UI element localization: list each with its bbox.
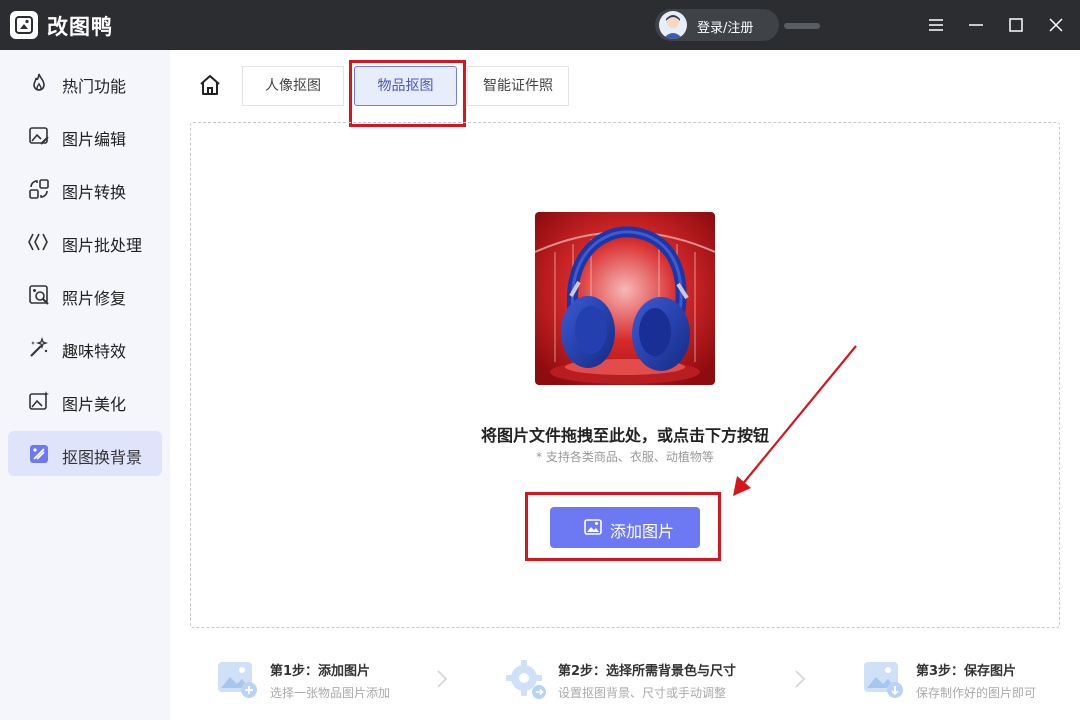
sidebar-item-image-edit[interactable]: 图片编辑 xyxy=(8,113,162,158)
chevron-right-icon xyxy=(435,668,449,690)
convert-icon xyxy=(27,177,51,201)
sidebar-item-label: 图片编辑 xyxy=(62,130,127,149)
sidebar-item-label: 趣味特效 xyxy=(62,342,127,361)
add-image-step-icon xyxy=(216,658,258,700)
sidebar-item-hot[interactable]: 热门功能 xyxy=(8,60,162,105)
batch-icon xyxy=(27,230,51,254)
button-highlight-box xyxy=(525,492,721,561)
login-label[interactable]: 登录/注册 xyxy=(697,17,753,36)
title-bar xyxy=(0,0,1080,50)
gear-icon xyxy=(505,658,547,700)
sidebar-item-label: 热门功能 xyxy=(62,77,127,96)
close-icon[interactable] xyxy=(1046,15,1066,35)
sidebar-item-label: 照片修复 xyxy=(62,289,127,308)
sidebar-item-batch[interactable]: 图片批处理 xyxy=(8,219,162,264)
drop-zone-hint: * 支持各类商品、衣服、动植物等 xyxy=(536,450,714,464)
sidebar-item-label: 图片美化 xyxy=(62,395,127,414)
step-2-desc: 设置抠图背景、尺寸或手动调整 xyxy=(558,686,727,700)
sidebar-item-beautify[interactable]: 图片美化 xyxy=(8,378,162,423)
tab-highlight-box xyxy=(349,60,466,127)
beautify-icon xyxy=(27,389,51,413)
sidebar-item-label: 图片转换 xyxy=(62,183,127,202)
chevron-right-icon xyxy=(793,668,807,690)
step-3-desc: 保存制作好的图片即可 xyxy=(916,686,1037,700)
home-icon[interactable] xyxy=(197,72,223,98)
sidebar-item-convert[interactable]: 图片转换 xyxy=(8,166,162,211)
step-1-title: 第1步：添加图片 xyxy=(270,664,371,679)
annotation-arrow xyxy=(733,345,857,496)
app-logo-icon xyxy=(10,11,38,39)
step-2-title: 第2步：选择所需背景色与尺寸 xyxy=(558,664,737,679)
username-placeholder xyxy=(784,23,820,29)
sidebar-item-label: 图片批处理 xyxy=(62,236,143,255)
sidebar-item-fun-effects[interactable]: 趣味特效 xyxy=(8,325,162,370)
sidebar-item-photo-repair[interactable]: 照片修复 xyxy=(8,272,162,317)
drop-zone-title: 将图片文件拖拽至此处，或点击下方按钮 xyxy=(480,426,769,445)
app-name: 改图鸭 xyxy=(47,15,113,39)
menu-icon[interactable] xyxy=(926,15,946,35)
step-1-desc: 选择一张物品图片添加 xyxy=(270,686,391,700)
magic-wand-icon xyxy=(27,336,51,360)
image-edit-icon xyxy=(27,124,51,148)
step-3-title: 第3步：保存图片 xyxy=(916,664,1017,679)
save-image-step-icon xyxy=(862,658,904,700)
headphones-preview-image xyxy=(535,212,715,385)
maximize-icon[interactable] xyxy=(1006,15,1026,35)
tab-id-photo[interactable]: 智能证件照 xyxy=(467,66,569,106)
minimize-icon[interactable] xyxy=(966,15,986,35)
photo-repair-icon xyxy=(27,283,51,307)
tab-portrait-cutout[interactable]: 人像抠图 xyxy=(242,66,344,106)
avatar[interactable] xyxy=(659,11,687,39)
flame-icon xyxy=(27,71,51,95)
